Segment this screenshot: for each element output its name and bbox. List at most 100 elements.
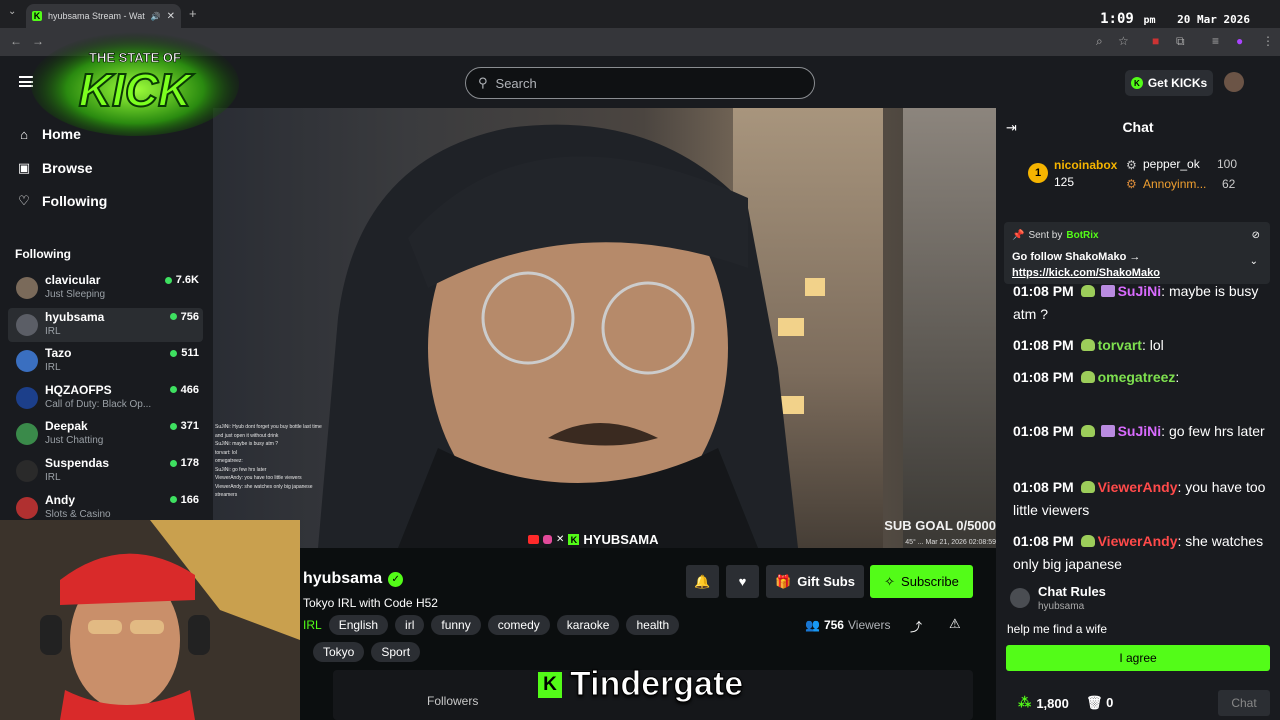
subscribe-button[interactable]: ✧ Subscribe bbox=[870, 565, 973, 598]
channel-viewers: 371 bbox=[169, 420, 199, 433]
tab-audio-icon[interactable]: 🔊 bbox=[151, 12, 161, 21]
category-link[interactable]: IRL bbox=[303, 618, 322, 632]
video-channel-tag: ✕ K HYUBSAMA bbox=[528, 532, 659, 547]
channel-name: hyubsama bbox=[45, 309, 105, 324]
channel-viewers: 7.6K bbox=[164, 274, 199, 286]
video-chat-line: torvart: lol bbox=[215, 449, 237, 456]
zoom-icon[interactable]: ⌕ bbox=[1096, 34, 1103, 49]
svg-text:KICK: KICK bbox=[79, 64, 194, 116]
nav-browse[interactable]: ▣ Browse bbox=[16, 160, 93, 176]
tag-comedy[interactable]: comedy bbox=[487, 615, 550, 635]
puzzle-icon[interactable]: ⧉ bbox=[1176, 34, 1185, 49]
message-time: 01:08 PM bbox=[1013, 283, 1074, 299]
message-text: : go few hrs later bbox=[1161, 423, 1265, 439]
streamer-name[interactable]: hyubsama ✓ bbox=[303, 570, 404, 588]
get-kicks-button[interactable]: K Get KICKs bbox=[1125, 70, 1213, 96]
kick-coin-icon: K bbox=[1130, 77, 1143, 89]
sidebar-item-clavicular[interactable]: clavicular Just Sleeping 7.6K bbox=[8, 271, 203, 305]
sidebar-item-hyubsama[interactable]: hyubsama IRL 756 bbox=[8, 307, 203, 342]
people-icon: 👥 bbox=[805, 618, 820, 632]
notification-bell-button[interactable]: 🔔 bbox=[686, 565, 719, 598]
message-username[interactable]: ViewerAndy bbox=[1098, 479, 1178, 495]
live-dot-icon bbox=[169, 459, 177, 467]
tag-irl[interactable]: irl bbox=[395, 615, 425, 635]
extension-icon[interactable]: ■ bbox=[1152, 34, 1159, 48]
send-chat-button[interactable]: Chat bbox=[1218, 690, 1270, 716]
leader-2-name[interactable]: pepper_ok bbox=[1143, 157, 1200, 171]
sidebar-item-suspendas[interactable]: Suspendas IRL 178 bbox=[8, 454, 203, 488]
leader-3-name[interactable]: Annoyinm... bbox=[1143, 177, 1206, 191]
leader-3-value: 62 bbox=[1222, 177, 1236, 191]
video-player[interactable]: SuJiNi: Hyub dont forget you buy bottle … bbox=[213, 108, 996, 548]
tag-english[interactable]: English bbox=[328, 615, 389, 635]
message-username[interactable]: SuJiNi bbox=[1118, 283, 1162, 299]
message-username[interactable]: SuJiNi bbox=[1118, 423, 1162, 439]
streamer-video-frame bbox=[318, 124, 798, 548]
leader-1-name[interactable]: nicoinabox bbox=[1054, 158, 1117, 172]
avatar[interactable] bbox=[1224, 72, 1244, 92]
chevron-down-icon[interactable]: ⌄ bbox=[1250, 256, 1258, 267]
video-caption-banner: K Tindergate bbox=[538, 665, 744, 704]
live-dot-icon bbox=[169, 496, 177, 504]
tag-funny[interactable]: funny bbox=[431, 615, 481, 635]
report-icon[interactable]: ⚠ bbox=[949, 616, 961, 632]
chat-message: 01:08 PM SuJiNi: go few hrs later bbox=[1013, 420, 1269, 443]
sidebar-item-tazo[interactable]: Tazo IRL 511 bbox=[8, 344, 203, 378]
channel-category: Slots & Casino bbox=[45, 508, 111, 520]
avatar bbox=[1010, 588, 1030, 608]
hide-pin-icon[interactable]: ⊘ bbox=[1252, 230, 1260, 241]
chat-rules-title: Chat Rules bbox=[1038, 584, 1106, 599]
avatar bbox=[16, 350, 38, 373]
viewer-count-label: Viewers bbox=[847, 618, 891, 632]
nav-following[interactable]: ♡ Following bbox=[16, 193, 107, 209]
channel-name: Deepak bbox=[45, 419, 88, 434]
bot-name[interactable]: BotRix bbox=[1066, 230, 1098, 241]
tag-tokyo[interactable]: Tokyo bbox=[313, 642, 365, 662]
chat-message: 01:08 PM ViewerAndy: she watches only bi… bbox=[1013, 530, 1269, 576]
profile-icon[interactable]: ● bbox=[1236, 34, 1243, 48]
x-icon: ✕ bbox=[556, 534, 565, 545]
follow-heart-button[interactable]: ♥ bbox=[726, 565, 759, 598]
building-background-right bbox=[903, 108, 996, 548]
channel-category: IRL bbox=[45, 325, 61, 337]
live-dot-icon bbox=[170, 349, 178, 357]
agree-button[interactable]: I agree bbox=[1006, 645, 1270, 671]
message-username[interactable]: omegatreez bbox=[1098, 369, 1176, 385]
tag-health[interactable]: health bbox=[626, 615, 680, 635]
sidebar-item-hqzaofps[interactable]: HQZAOFPS Call of Duty: Black Op... 466 bbox=[8, 381, 203, 415]
channel-viewer-count: 371 bbox=[180, 420, 199, 433]
video-chat-line: ViewerAndy: she watches only big japanes… bbox=[215, 483, 313, 499]
points-icon: ⁂ bbox=[1018, 695, 1032, 710]
pinned-message[interactable]: 📌 Sent by BotRix ⊘ Go follow ShakoMako →… bbox=[1004, 222, 1270, 284]
chat-message: 01:08 PM omegatreez: bbox=[1013, 366, 1269, 389]
avatar bbox=[16, 423, 38, 446]
search-input[interactable]: ⚲ Search bbox=[465, 67, 815, 99]
tag-sport[interactable]: Sport bbox=[371, 642, 421, 662]
channel-category: Just Sleeping bbox=[45, 289, 106, 300]
message-time: 01:08 PM bbox=[1013, 337, 1074, 353]
more-icon[interactable]: ⋮ bbox=[1262, 34, 1274, 48]
new-tab-icon[interactable]: + bbox=[189, 6, 197, 21]
message-time: 01:08 PM bbox=[1013, 369, 1074, 385]
tag-karaoke[interactable]: karaoke bbox=[556, 615, 620, 635]
bookmark-star-icon[interactable]: ☆ bbox=[1118, 34, 1129, 48]
tab-close-icon[interactable]: ✕ bbox=[167, 11, 175, 22]
video-chat-line: omegatreez: bbox=[215, 458, 243, 464]
channel-name: clavicular bbox=[45, 273, 101, 287]
message-username[interactable]: ViewerAndy bbox=[1098, 533, 1178, 549]
pinned-link[interactable]: https://kick.com/ShakoMako bbox=[1012, 267, 1160, 279]
channel-points[interactable]: ⁂ 1,800 bbox=[1018, 695, 1069, 711]
share-icon[interactable]: ⤴ bbox=[910, 618, 922, 635]
tab-search-icon[interactable]: ⌄ bbox=[8, 6, 16, 17]
browse-icon: ▣ bbox=[17, 160, 31, 175]
message-username[interactable]: torvart bbox=[1098, 337, 1142, 353]
avatar bbox=[16, 460, 38, 482]
back-icon[interactable]: ← bbox=[10, 34, 22, 48]
gift-icon: 🎁 bbox=[775, 573, 792, 589]
media-icon[interactable]: ≡ bbox=[1212, 34, 1219, 48]
heart-icon: ♥ bbox=[738, 574, 747, 589]
sidebar-item-deepak[interactable]: Deepak Just Chatting 371 bbox=[8, 417, 203, 451]
gift-subs-button[interactable]: 🎁 Gift Subs bbox=[766, 565, 864, 598]
gift-count[interactable]: 🗑 0 bbox=[1086, 695, 1113, 711]
chat-footer: ⁂ 1,800 🗑 0 Chat bbox=[996, 678, 1280, 720]
